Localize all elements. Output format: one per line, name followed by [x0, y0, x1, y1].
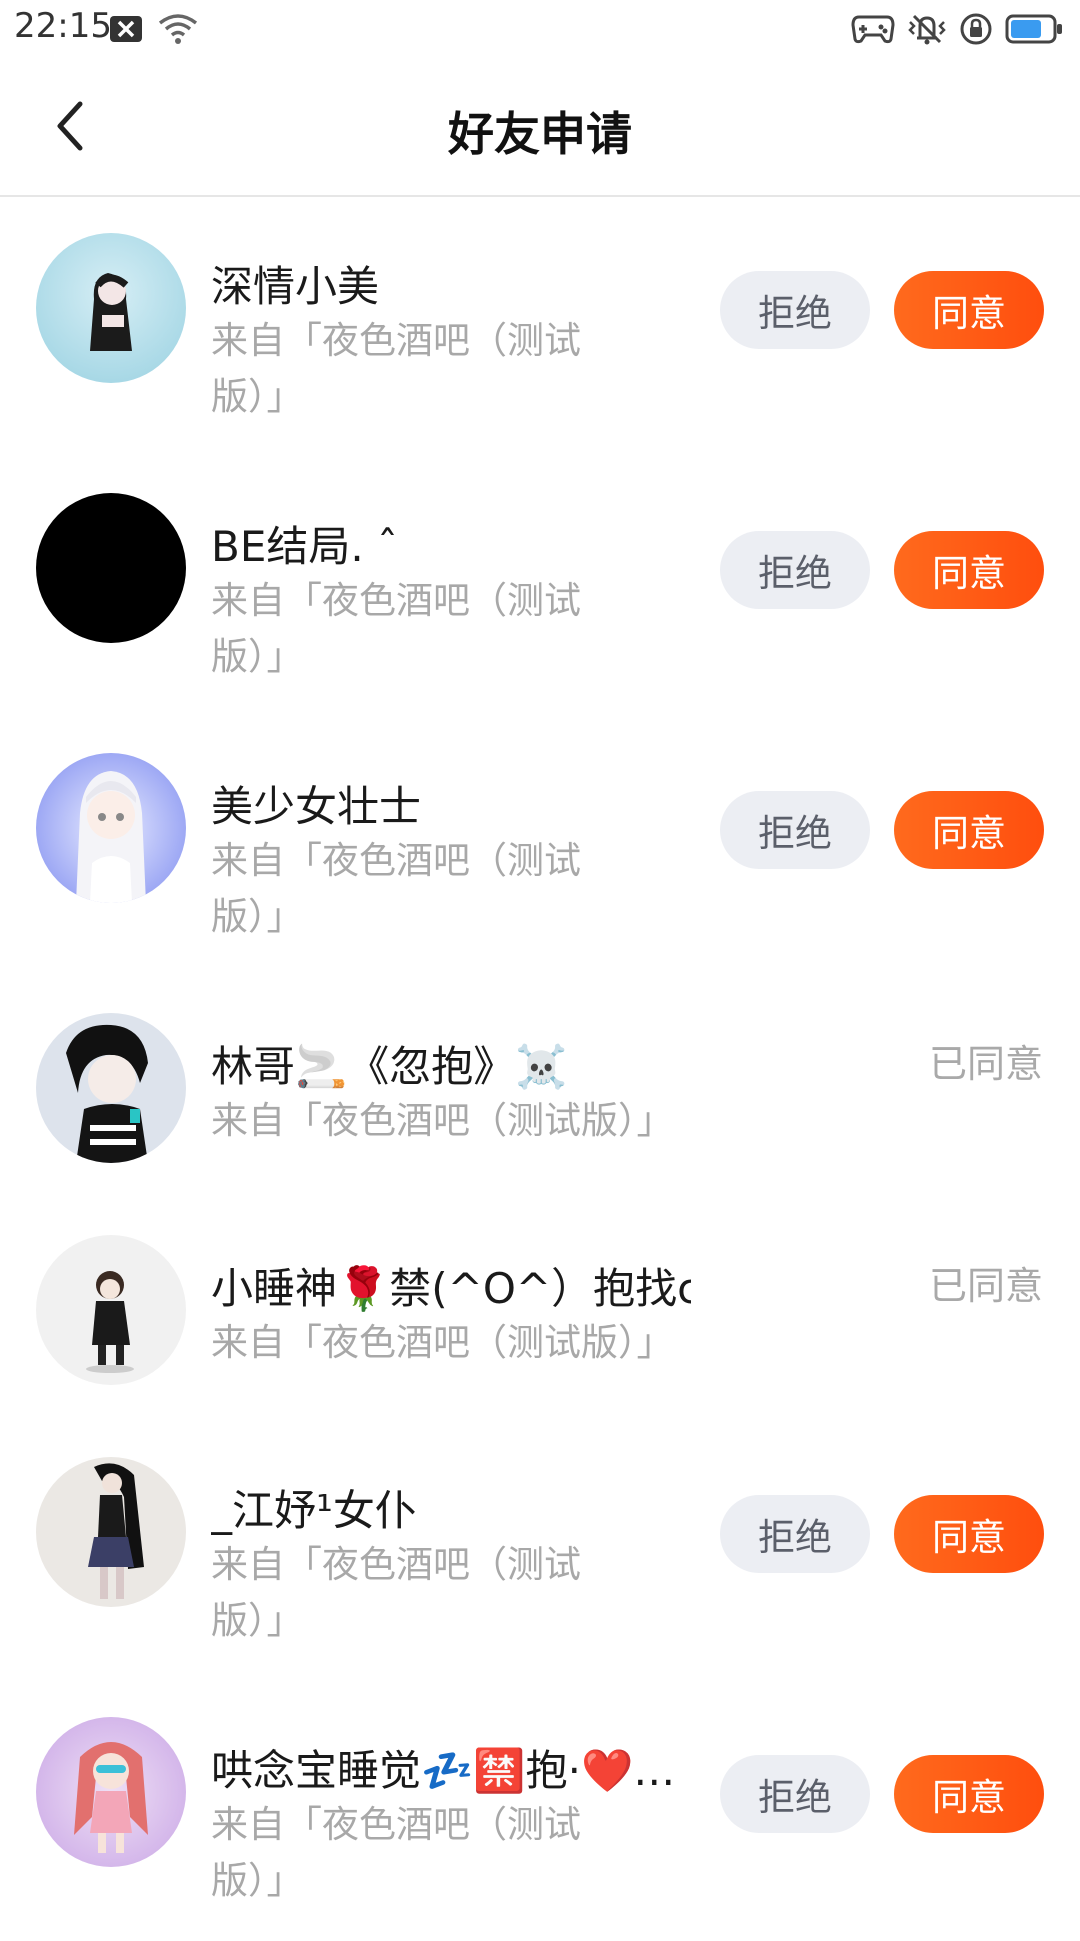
vibrate-icon — [905, 12, 949, 46]
lock-rotation-icon — [958, 12, 994, 46]
requester-name: 美少女壮士 — [211, 782, 422, 831]
reject-button[interactable]: 拒绝 — [720, 791, 870, 869]
accept-button[interactable]: 同意 — [894, 1755, 1044, 1833]
requester-name: 深情小美 — [211, 262, 380, 311]
status-bar: 22:15 — [0, 0, 1080, 60]
request-source: 来自「夜色酒吧（测试版）」 — [211, 1803, 581, 1902]
accept-button[interactable]: 同意 — [894, 1495, 1044, 1573]
wifi-icon — [156, 12, 200, 46]
request-source: 来自「夜色酒吧（测试版）」 — [211, 1321, 674, 1364]
requester-name: _江妤¹女仆 — [211, 1486, 417, 1535]
avatar[interactable] — [36, 1235, 186, 1385]
app-header: 好友申请 — [0, 60, 1080, 197]
reject-button[interactable]: 拒绝 — [720, 1495, 870, 1573]
friend-request-item: 深情小美 来自「夜色酒吧（测试版）」 拒绝 同意 — [0, 197, 1080, 457]
friend-request-item: 小睡神🌹禁(^O^）抱找cp。 来自「夜色酒吧（测试版）」 已同意 — [0, 1199, 1080, 1421]
reject-button[interactable]: 拒绝 — [720, 1755, 870, 1833]
agreed-status: 已同意 — [928, 1042, 1043, 1086]
accept-button[interactable]: 同意 — [894, 531, 1044, 609]
friend-request-item: 美少女壮士 来自「夜色酒吧（测试版）」 拒绝 同意 — [0, 717, 1080, 977]
request-source: 来自「夜色酒吧（测试版）」 — [211, 839, 581, 938]
gamepad-icon — [850, 12, 896, 46]
reject-button[interactable]: 拒绝 — [720, 531, 870, 609]
requester-name: 小睡神🌹禁(^O^）抱找cp。 — [211, 1264, 691, 1313]
requester-name: 哄念宝睡觉💤🈲抱·❤️… — [211, 1746, 676, 1795]
avatar[interactable] — [36, 1717, 186, 1867]
request-source: 来自「夜色酒吧（测试版）」 — [211, 579, 581, 678]
friend-request-item: _江妤¹女仆 来自「夜色酒吧（测试版）」 拒绝 同意 — [0, 1421, 1080, 1681]
request-source: 来自「夜色酒吧（测试版）」 — [211, 1099, 674, 1142]
accept-button[interactable]: 同意 — [894, 271, 1044, 349]
friend-request-item: 林哥🚬《忽抱》☠️ 来自「夜色酒吧（测试版）」 已同意 — [0, 977, 1080, 1199]
friend-request-list: 深情小美 来自「夜色酒吧（测试版）」 拒绝 同意 BE结局. ˆ 来自「夜色酒吧… — [0, 197, 1080, 1941]
request-source: 来自「夜色酒吧（测试版）」 — [211, 1543, 581, 1642]
friend-request-item: 哄念宝睡觉💤🈲抱·❤️… 来自「夜色酒吧（测试版）」 拒绝 同意 — [0, 1681, 1080, 1941]
page-title: 好友申请 — [448, 107, 632, 161]
status-time: 22:15 — [14, 6, 112, 46]
request-source: 来自「夜色酒吧（测试版）」 — [211, 319, 581, 418]
reject-button[interactable]: 拒绝 — [720, 271, 870, 349]
avatar[interactable] — [36, 753, 186, 903]
requester-name: BE结局. ˆ — [211, 522, 399, 571]
accept-button[interactable]: 同意 — [894, 791, 1044, 869]
friend-request-item: BE结局. ˆ 来自「夜色酒吧（测试版）」 拒绝 同意 — [0, 457, 1080, 717]
requester-name: 林哥🚬《忽抱》☠️ — [211, 1042, 568, 1091]
avatar[interactable] — [36, 493, 186, 643]
avatar[interactable] — [36, 233, 186, 383]
agreed-status: 已同意 — [928, 1264, 1043, 1308]
avatar[interactable] — [36, 1457, 186, 1607]
notification-x-icon — [108, 12, 144, 46]
battery-icon — [1004, 12, 1064, 46]
avatar[interactable] — [36, 1013, 186, 1163]
